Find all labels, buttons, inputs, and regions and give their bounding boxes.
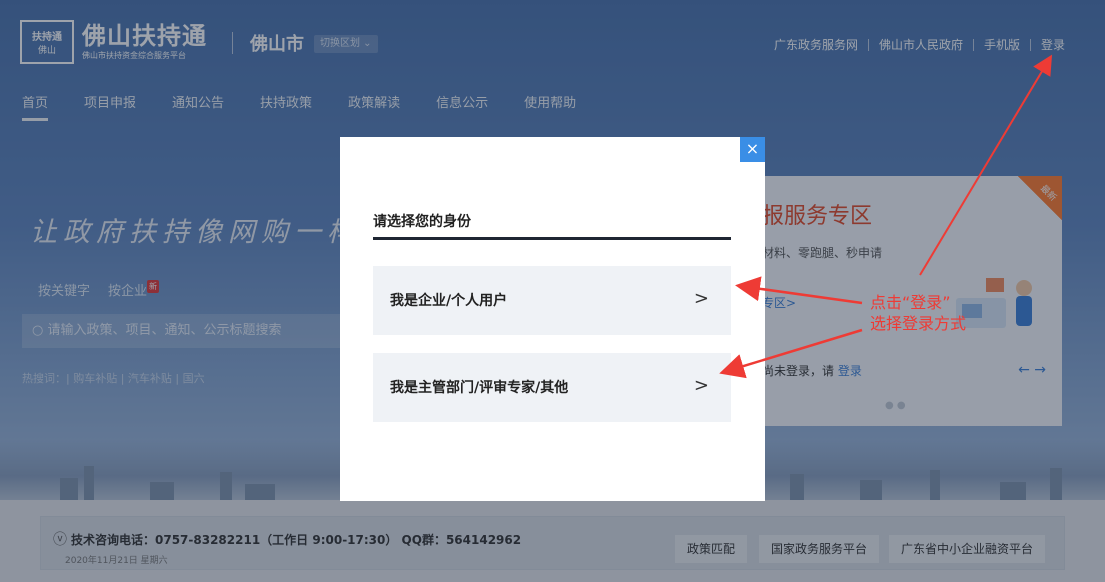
option-label: 我是主管部门/评审专家/其他 xyxy=(390,380,569,396)
close-button[interactable]: × xyxy=(740,137,765,162)
annotation-note: 点击“登录” 选择登录方式 xyxy=(870,292,966,334)
close-icon: × xyxy=(745,139,760,158)
option-department-expert-other[interactable]: 我是主管部门/评审专家/其他 > xyxy=(373,353,731,422)
modal-title: 请选择您的身份 xyxy=(373,214,471,230)
option-label: 我是企业/个人用户 xyxy=(390,293,508,309)
annotation-line-1: 点击“登录” xyxy=(870,293,951,312)
chevron-right-icon: > xyxy=(693,375,709,396)
title-underline xyxy=(373,237,731,240)
chevron-right-icon: > xyxy=(693,288,709,309)
option-enterprise-personal-user[interactable]: 我是企业/个人用户 > xyxy=(373,266,731,335)
annotation-line-2: 选择登录方式 xyxy=(870,314,967,333)
identity-select-modal: × 请选择您的身份 我是企业/个人用户 > 我是主管部门/评审专家/其他 > xyxy=(340,137,765,501)
